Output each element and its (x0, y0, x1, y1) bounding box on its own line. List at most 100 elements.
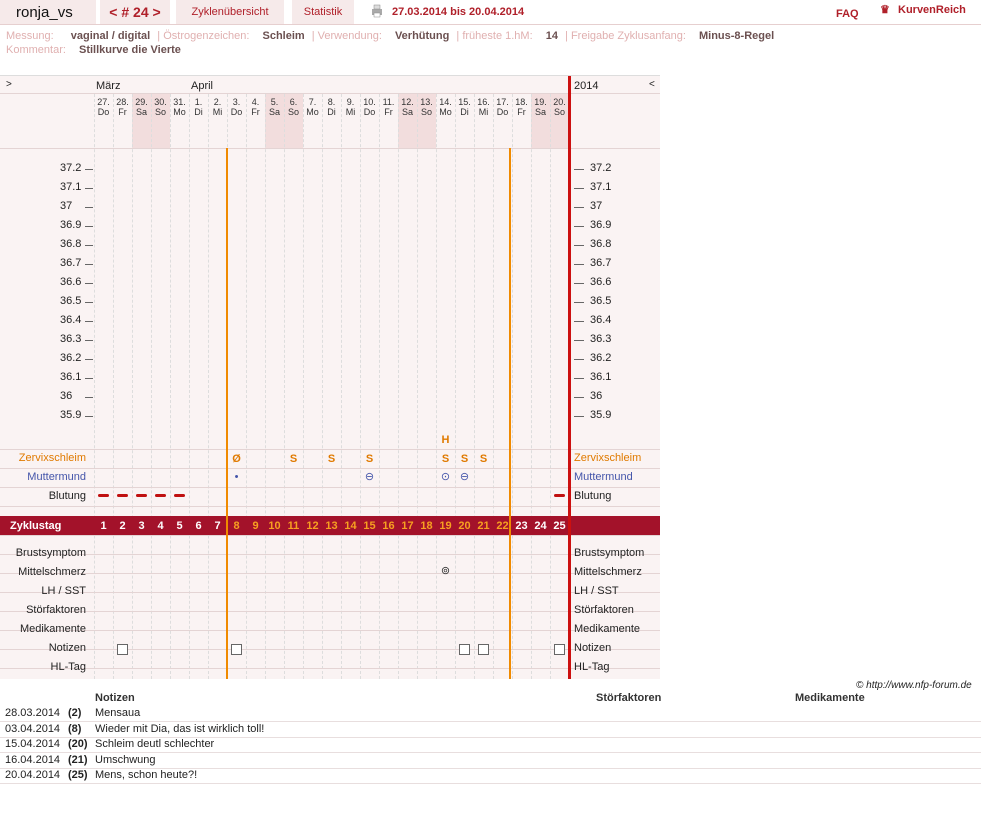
temp-tick-left: 36.8 (60, 238, 82, 250)
row-label-right-blutung: Blutung (574, 490, 612, 502)
messung-label: Messung: (6, 30, 54, 42)
date-label: 20. (553, 97, 566, 107)
weekday-label: Sa (401, 107, 413, 117)
weekday-label: So (287, 107, 299, 117)
printer-icon[interactable] (370, 4, 384, 18)
date-label: 31. (173, 97, 186, 107)
temp-tick-left: 37 (60, 200, 73, 212)
temp-dash (574, 321, 584, 322)
cycle-day-number: 14 (344, 519, 357, 532)
note-row: 15.04.2014 (20) Schleim deutl schlechter (0, 737, 981, 753)
temp-dash (574, 188, 584, 189)
kommentar-value: Stillkurve die Vierte (78, 44, 181, 56)
date-label: 16. (477, 97, 490, 107)
date-label: 15. (458, 97, 471, 107)
temp-tick-right: 37.2 (590, 162, 612, 174)
faq-link[interactable]: FAQ (836, 8, 859, 20)
nav-right-arrow[interactable]: < (649, 79, 655, 90)
temp-tick-right: 36.4 (590, 314, 612, 326)
bleeding-mark (98, 494, 109, 497)
freigabe-label: Freigabe Zyklusanfang: (570, 30, 686, 42)
tab-cycle-overview[interactable]: Zyklenübersicht (176, 0, 284, 24)
date-label: 18. (515, 97, 528, 107)
header-bottom (0, 148, 660, 149)
row-label-stoer: Störfaktoren (26, 604, 86, 616)
temp-tick-left: 37.2 (60, 162, 82, 174)
month-label: März (96, 80, 121, 92)
weekday-label: So (154, 107, 166, 117)
note-cycle-day: (2) (68, 707, 82, 719)
row-label-blutung: Blutung (48, 490, 86, 502)
date-label: 8. (327, 97, 336, 107)
row-line (0, 506, 660, 507)
temp-tick-left: 37.1 (60, 181, 82, 193)
cycle-day-number: 7 (214, 519, 221, 532)
weekday-label: Di (460, 107, 469, 117)
temp-dash (574, 207, 584, 208)
date-range: 27.03.2014 bis 20.04.2014 (392, 6, 525, 18)
note-text: Umschwung (95, 753, 156, 766)
tab-statistics[interactable]: Statistik (292, 0, 354, 24)
temp-dash (574, 226, 584, 227)
temp-dash (85, 416, 93, 417)
date-label: 29. (135, 97, 148, 107)
note-cycle-day: (20) (68, 738, 88, 750)
logo-text: KurvenReich (898, 4, 966, 16)
row-label-notizen: Notizen (48, 642, 86, 654)
note-icon[interactable] (478, 644, 489, 655)
row-label-hltag: HL-Tag (50, 661, 86, 673)
note-cycle-day: (25) (68, 769, 88, 781)
temp-tick-right: 37 (590, 200, 603, 212)
note-text: Schleim deutl schlechter (95, 738, 215, 750)
row-line (0, 611, 660, 612)
note-icon[interactable] (554, 644, 565, 655)
temp-tick-right: 36.9 (590, 219, 612, 231)
weekday-label: Mi (345, 107, 356, 117)
note-icon[interactable] (231, 644, 242, 655)
meta-line-1: Messung: vaginal / digital | Östrogenzei… (6, 30, 775, 42)
temp-dash (85, 397, 93, 398)
cycle-day-number: 11 (287, 519, 300, 532)
date-label: 5. (270, 97, 279, 107)
top-bar: ronja_vs < # 24 > Zyklenübersicht Statis… (0, 0, 981, 25)
row-label-right-lh: LH / SST (574, 585, 619, 597)
cycle-navigator[interactable]: < # 24 > (100, 0, 170, 24)
messung-value: vaginal / digital (70, 30, 151, 42)
temp-dash (85, 188, 93, 189)
temp-dash (85, 340, 93, 341)
cycle-day-label: Zyklustag (10, 519, 62, 532)
temp-tick-left: 36.3 (60, 333, 82, 345)
note-cycle-day: (8) (68, 722, 82, 735)
weekday-label: Sa (268, 107, 280, 117)
row-label-lh: LH / SST (41, 585, 86, 597)
note-date: 03.04.2014 (5, 722, 61, 735)
bleeding-mark (554, 494, 565, 497)
year-label: 2014 (574, 80, 599, 92)
note-date: 16.04.2014 (5, 753, 61, 766)
temp-dash (85, 226, 93, 227)
temp-tick-left: 36.9 (60, 219, 82, 231)
row-label-zervix: Zervixschleim (18, 452, 86, 464)
muttermund-mark: ⊖ (459, 471, 470, 483)
date-label: 2. (213, 97, 222, 107)
kommentar-label: Kommentar: (6, 44, 66, 56)
weekday-label: Fr (517, 107, 526, 117)
date-label: 14. (439, 97, 452, 107)
verwendung-value: Verhütung (394, 30, 450, 42)
logo[interactable]: ♛ KurvenReich (880, 3, 966, 16)
row-line (0, 630, 660, 631)
weekday-label: Di (194, 107, 203, 117)
row-label-right-hltag: HL-Tag (574, 661, 610, 673)
temp-dash (574, 397, 584, 398)
temp-tick-left: 36.6 (60, 276, 82, 288)
cycle-day-number: 3 (138, 519, 145, 532)
cycle-day-number: 4 (157, 519, 164, 532)
bleeding-mark (155, 494, 166, 497)
note-date: 20.04.2014 (5, 769, 61, 781)
note-icon[interactable] (459, 644, 470, 655)
cycle-day-number: 18 (420, 519, 433, 532)
note-icon[interactable] (117, 644, 128, 655)
nav-left-arrow[interactable]: > (6, 79, 12, 90)
muttermund-mark: ⊙ (440, 471, 451, 483)
temp-tick-left: 36.5 (60, 295, 82, 307)
